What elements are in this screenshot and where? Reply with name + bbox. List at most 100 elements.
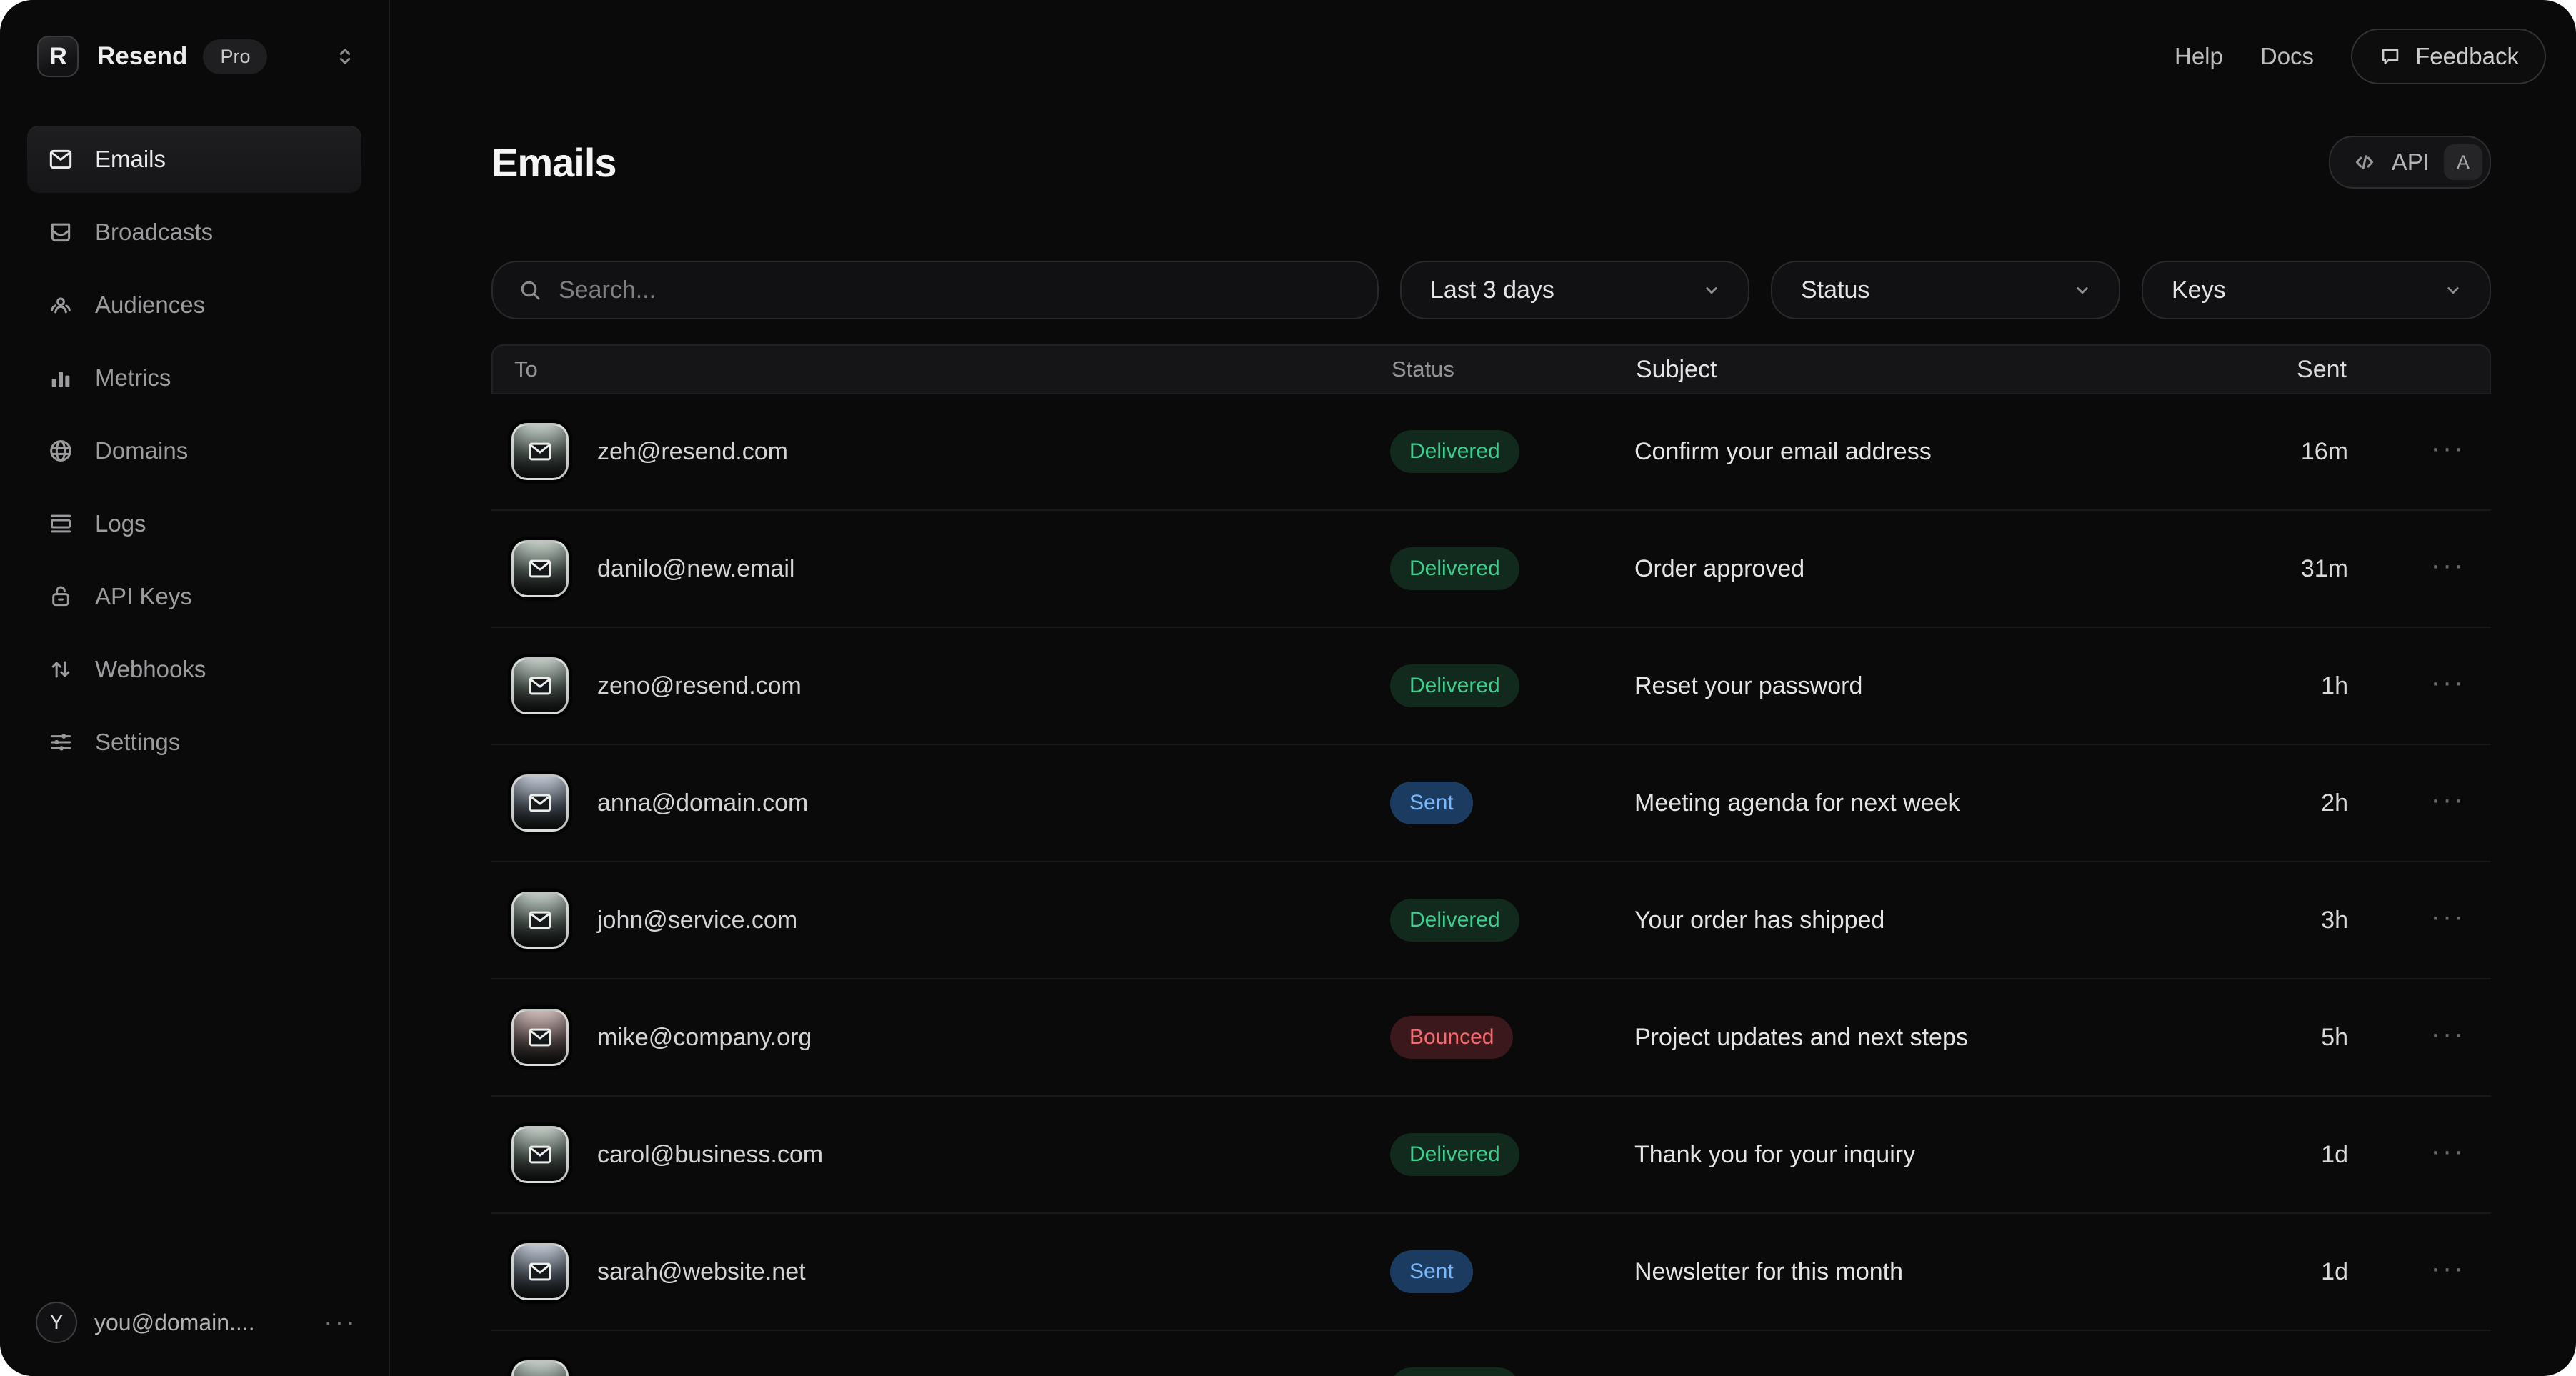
subject-cell: Newsletter for this month <box>1634 1258 2220 1286</box>
envelope-icon <box>511 540 569 597</box>
date-range-value: Last 3 days <box>1430 276 1554 304</box>
column-header-status: Status <box>1392 357 1636 382</box>
sidebar-item-metrics[interactable]: Metrics <box>27 344 361 412</box>
row-menu-button[interactable]: ··· <box>2431 784 2466 815</box>
status-cell: Delivered <box>1390 899 1634 942</box>
lock-icon <box>46 582 75 611</box>
email-row[interactable]: anna@domain.com Sent Meeting agenda for … <box>491 745 2491 862</box>
menu-cell: ··· <box>2405 442 2491 461</box>
chevron-down-icon <box>2442 279 2464 301</box>
menu-cell: ··· <box>2405 1028 2491 1047</box>
row-menu-button[interactable]: ··· <box>2431 549 2466 581</box>
emails-table: To Status Subject Sent zeh@resend.com De… <box>491 344 2491 1376</box>
email-row[interactable]: sarah@website.net Sent Newsletter for th… <box>491 1214 2491 1331</box>
status-badge: Bounced <box>1390 1016 1513 1059</box>
envelope-icon <box>46 145 75 174</box>
avatar: Y <box>36 1302 77 1343</box>
row-menu-button[interactable]: ··· <box>2431 1135 2466 1167</box>
logs-icon <box>46 509 75 538</box>
status-dropdown[interactable]: Status <box>1771 261 2120 319</box>
column-header-sent: Sent <box>2218 356 2404 384</box>
sidebar-item-audiences[interactable]: Audiences <box>27 271 361 339</box>
email-row[interactable]: mike@company.org Bounced Project updates… <box>491 979 2491 1097</box>
to-cell: anna@domain.com <box>511 774 1390 832</box>
feedback-button[interactable]: Feedback <box>2351 29 2546 84</box>
sidebar-item-emails[interactable]: Emails <box>27 126 361 193</box>
sidebar-item-settings[interactable]: Settings <box>27 709 361 776</box>
column-header-to: To <box>513 357 1392 382</box>
main-content: Help Docs Feedback Emails API <box>390 0 2576 1376</box>
to-cell: zeh@resend.com <box>511 423 1390 480</box>
menu-cell: ··· <box>2405 794 2491 812</box>
row-menu-button[interactable]: ··· <box>2431 1018 2466 1050</box>
recipient-email: sarah@website.net <box>597 1258 806 1286</box>
search-input[interactable] <box>559 276 1353 304</box>
envelope-icon <box>511 1243 569 1300</box>
sidebar-item-logs[interactable]: Logs <box>27 490 361 557</box>
chevron-up-down-icon[interactable] <box>333 44 357 69</box>
status-badge: Delivered <box>1390 664 1519 707</box>
sidebar-item-domains[interactable]: Domains <box>27 417 361 484</box>
sidebar-item-webhooks[interactable]: Webhooks <box>27 636 361 703</box>
date-range-dropdown[interactable]: Last 3 days <box>1400 261 1749 319</box>
status-badge: Delivered <box>1390 1367 1519 1376</box>
sent-time-cell: 3h <box>2220 907 2405 934</box>
email-row[interactable]: zeh@resend.com Delivered Confirm your em… <box>491 394 2491 511</box>
sent-time-cell: 1h <box>2220 672 2405 700</box>
broadcast-icon <box>46 218 75 246</box>
chevron-down-icon <box>1701 279 1722 301</box>
docs-link[interactable]: Docs <box>2260 43 2314 70</box>
topbar: Help Docs Feedback <box>2175 29 2546 84</box>
sidebar-item-label: Emails <box>95 146 166 173</box>
to-cell: danilo@new.email <box>511 540 1390 597</box>
subject-cell: Thank you for your inquiry <box>1634 1141 2220 1169</box>
recipient-email: carol@business.com <box>597 1141 823 1169</box>
keys-dropdown[interactable]: Keys <box>2142 261 2491 319</box>
row-menu-button[interactable]: ··· <box>2431 1252 2466 1284</box>
api-shortcut-key: A <box>2444 144 2482 180</box>
sidebar-item-label: API Keys <box>95 583 192 610</box>
feedback-label: Feedback <box>2415 43 2519 70</box>
email-row[interactable]: john@service.com Delivered Your order ha… <box>491 862 2491 979</box>
recipient-email: danilo@new.email <box>597 555 794 583</box>
user-email: you@domain.... <box>94 1310 255 1336</box>
menu-cell: ··· <box>2405 559 2491 578</box>
menu-cell: ··· <box>2405 1145 2491 1164</box>
api-button[interactable]: API A <box>2329 136 2491 189</box>
email-row[interactable]: danilo@new.email Delivered Order approve… <box>491 511 2491 628</box>
status-badge: Delivered <box>1390 1133 1519 1176</box>
subject-cell: Your order has shipped <box>1634 907 2220 934</box>
status-badge: Delivered <box>1390 430 1519 473</box>
status-cell: Sent <box>1390 782 1634 824</box>
email-row[interactable]: zeno@resend.com Delivered Reset your pas… <box>491 628 2491 745</box>
help-link[interactable]: Help <box>2175 43 2223 70</box>
workspace-switcher[interactable]: R Resend Pro <box>0 0 389 77</box>
status-badge: Delivered <box>1390 547 1519 590</box>
row-menu-button[interactable]: ··· <box>2431 901 2466 932</box>
plan-badge: Pro <box>203 39 267 74</box>
resend-logo-letter: R <box>49 43 66 71</box>
envelope-icon <box>511 423 569 480</box>
row-menu-button[interactable]: ··· <box>2431 432 2466 464</box>
sidebar-item-api-keys[interactable]: API Keys <box>27 563 361 630</box>
api-button-label: API <box>2392 149 2430 176</box>
search-box[interactable] <box>491 261 1379 319</box>
bar-chart-icon <box>46 364 75 392</box>
filters-row: Last 3 days Status Keys <box>491 261 2491 319</box>
resend-logo: R <box>37 36 79 77</box>
to-cell: carol@business.com <box>511 1126 1390 1183</box>
page-title: Emails <box>491 139 616 186</box>
email-row[interactable]: carol@business.com Delivered Thank you f… <box>491 1097 2491 1214</box>
email-row-partial[interactable]: Delivered <box>491 1331 2491 1376</box>
envelope-icon <box>511 1009 569 1066</box>
status-badge: Sent <box>1390 1250 1473 1293</box>
user-menu-button[interactable]: ··· <box>324 1316 357 1330</box>
subject-cell: Confirm your email address <box>1634 438 2220 466</box>
user-account-row[interactable]: Y you@domain.... ··· <box>0 1302 389 1376</box>
sidebar-item-label: Metrics <box>95 364 171 392</box>
sent-time-cell: 1d <box>2220 1258 2405 1286</box>
row-menu-button[interactable]: ··· <box>2431 667 2466 698</box>
globe-icon <box>46 437 75 465</box>
to-cell: sarah@website.net <box>511 1243 1390 1300</box>
sidebar-item-broadcasts[interactable]: Broadcasts <box>27 199 361 266</box>
